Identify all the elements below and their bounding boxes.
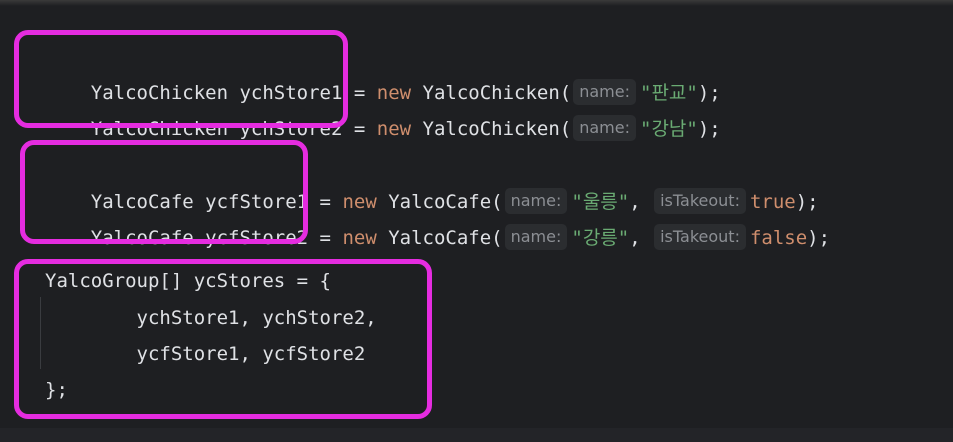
constructor-call: YalcoChicken( (411, 118, 572, 140)
statement-end: ); (697, 118, 721, 140)
indent-guide (40, 297, 41, 369)
declaration: YalcoCafe ycfStore2 = (90, 227, 343, 249)
code-line-5[interactable]: YalcoGroup[] ycStores = { (45, 266, 331, 296)
keyword-new: new (342, 227, 377, 249)
string-literal: "강남" (640, 118, 698, 140)
code-line-8[interactable]: }; (45, 375, 68, 405)
inlay-hint-name: name: (573, 114, 636, 141)
code-line-4[interactable]: YalcoCafe ycfStore2 = new YalcoCafe(name… (45, 193, 830, 250)
constructor-call: YalcoCafe( (376, 227, 503, 249)
code-line-7[interactable]: ycfStore1, ycfStore2 (45, 339, 366, 369)
code-line-3[interactable]: YalcoCafe ycfStore1 = new YalcoCafe(name… (45, 157, 819, 214)
code-line-1[interactable]: YalcoChicken ychStore1 = new YalcoChicke… (45, 48, 721, 105)
code-line-2[interactable]: YalcoChicken ychStore2 = new YalcoChicke… (45, 84, 721, 141)
inlay-hint-name: name: (504, 223, 568, 250)
editor-bottom-strip (0, 428, 953, 442)
inlay-hint-istakeout: isTakeout: (654, 223, 746, 250)
string-literal: "강릉" (571, 227, 630, 249)
argument-separator: , (629, 227, 653, 249)
keyword-new: new (376, 118, 412, 140)
code-editor[interactable]: YalcoChicken ychStore1 = new YalcoChicke… (0, 0, 953, 442)
code-line-6[interactable]: ychStore1, ychStore2, (45, 303, 377, 333)
previous-line-fade (0, 0, 953, 6)
statement-end: ); (807, 227, 831, 249)
boolean-literal: false (749, 227, 808, 249)
declaration: YalcoChicken ychStore2 = (90, 118, 377, 140)
